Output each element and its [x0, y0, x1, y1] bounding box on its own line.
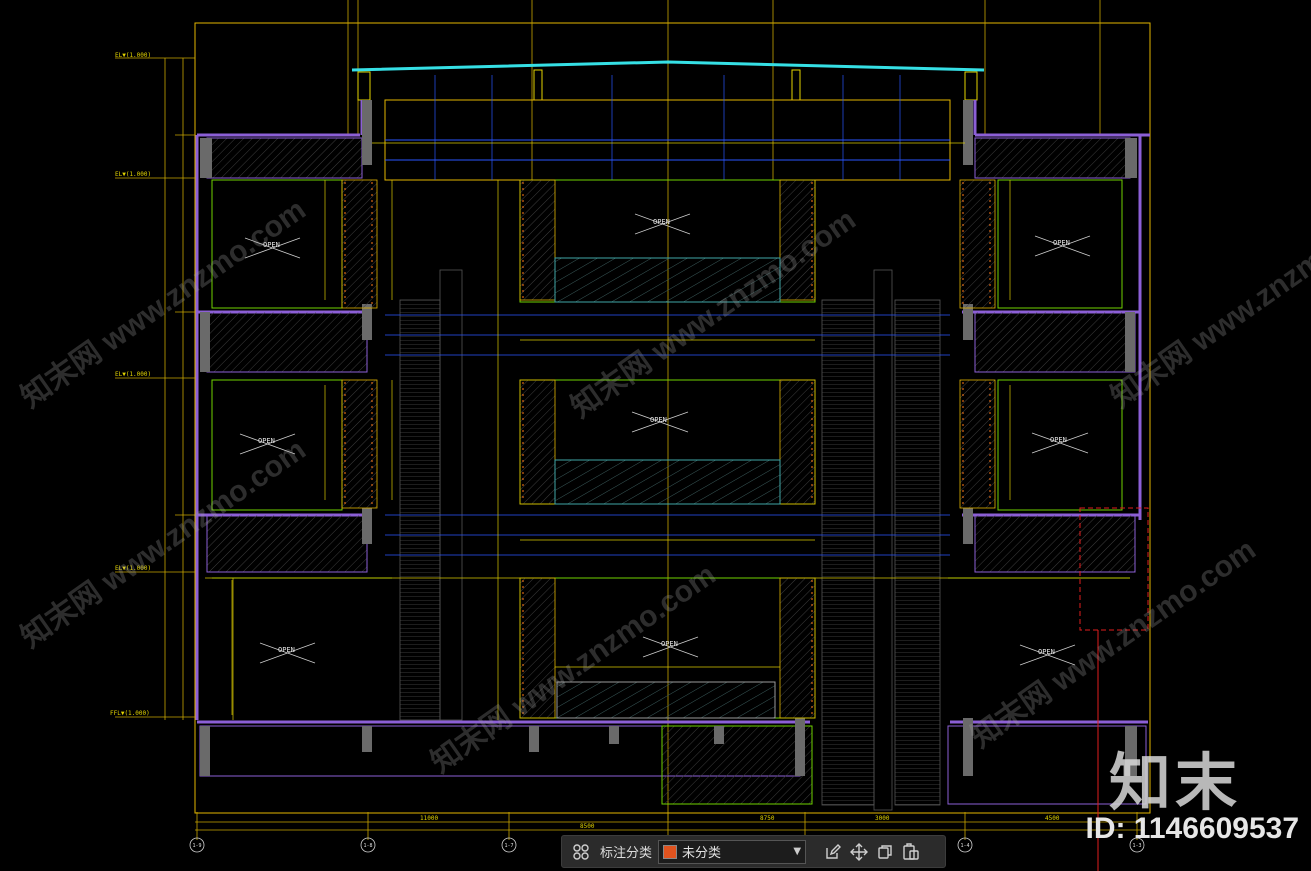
roof-grid [434, 75, 901, 180]
left-dimension-chain [115, 57, 195, 720]
level-labels: EL▼(1.000) EL▼(1.000) EL▼(1.000) EL▼(1.0… [110, 52, 151, 717]
bottom-dimension-values: 11000 8750 3000 8500 4500 [420, 815, 1060, 830]
room-label: OPEN [1050, 436, 1067, 444]
category-select-value: 未分类 [682, 846, 722, 861]
axis-label: 1-4 [960, 843, 969, 849]
level-label: EL▼(1.000) [115, 171, 151, 178]
room-label: OPEN [650, 416, 667, 424]
category-select[interactable]: 未分类 ▼ [658, 839, 807, 864]
watermark-brand: 知末 [1108, 746, 1241, 819]
grid-icon[interactable] [568, 839, 594, 865]
paste-icon[interactable] [898, 839, 924, 865]
room-label: OPEN [1053, 239, 1070, 247]
edit-icon[interactable] [820, 839, 846, 865]
level-label: EL▼(1.000) [115, 52, 151, 59]
dimension-value: 4500 [1045, 815, 1060, 822]
move-icon[interactable] [846, 839, 872, 865]
level-label: FFL▼(1.000) [110, 710, 150, 717]
dimension-value: 8500 [580, 823, 595, 830]
axis-label: 1-7 [504, 843, 513, 849]
annotation-category-label: 标注分类 [600, 846, 653, 861]
dimension-value: 11000 [420, 815, 438, 822]
room-label: OPEN [661, 640, 678, 648]
watermark-id: ID: 1146609537 [1085, 812, 1299, 845]
room-label: OPEN [278, 646, 295, 654]
chevron-down-icon: ▼ [793, 846, 802, 857]
axis-label: 1-9 [192, 843, 201, 849]
dimension-value: 3000 [875, 815, 890, 822]
columns [200, 100, 1137, 776]
building-structure [195, 100, 1150, 724]
level-label: EL▼(1.000) [115, 371, 151, 378]
copy-icon[interactable] [872, 839, 898, 865]
room-label: OPEN [653, 218, 670, 226]
axis-label: 1-8 [363, 843, 372, 849]
dimension-value: 8750 [760, 815, 775, 822]
category-color-swatch [663, 844, 678, 859]
annotation-toolbar: 标注分类 未分类 ▼ [561, 835, 946, 868]
